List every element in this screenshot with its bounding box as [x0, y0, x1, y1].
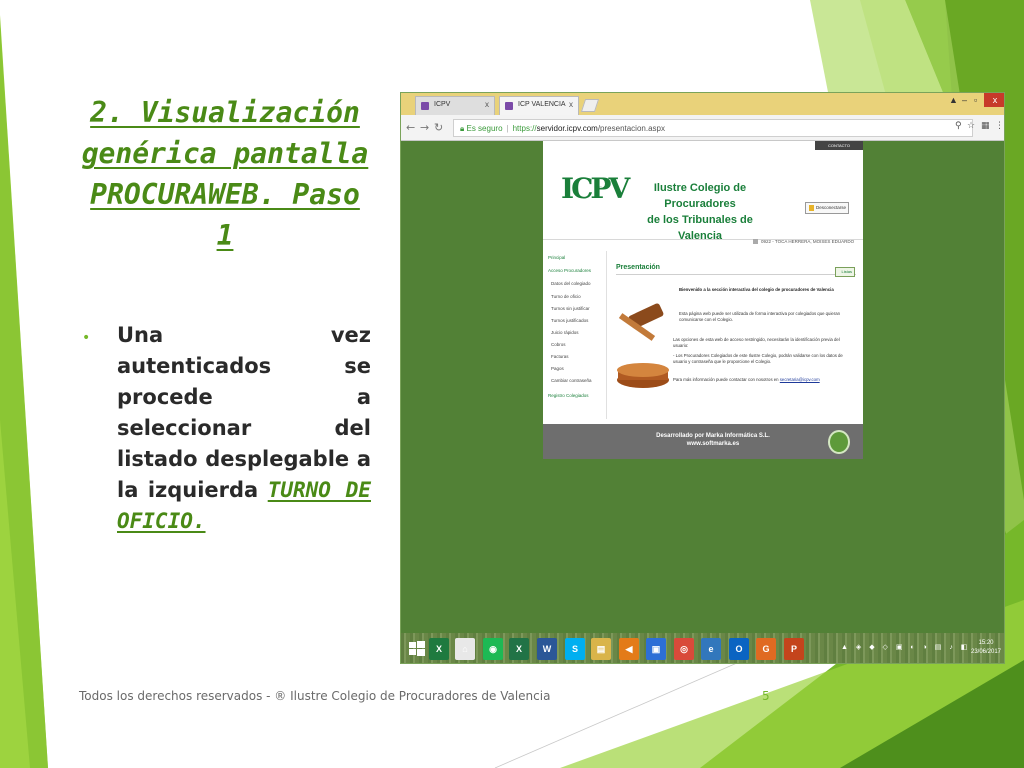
url-input[interactable]: 🔒︎ Es seguro | https://servidor.icpv.com/p…: [453, 119, 973, 137]
paragraph-2: Las opciones de esta web de acceso restr…: [673, 337, 840, 348]
page-number: 5: [762, 689, 770, 703]
favicon-icon: [505, 102, 513, 110]
gavel-icon: [617, 303, 669, 388]
webpage-sidebar: Principal Acceso Procuradores Datos del co…: [543, 251, 607, 419]
zoom-icon[interactable]: ⚲: [955, 121, 962, 131]
favicon-icon: [421, 102, 429, 110]
email-link[interactable]: secretaria@icpv.com: [780, 377, 820, 382]
spreadsheet-icon[interactable]: X: [429, 638, 449, 660]
back-icon[interactable]: ←: [406, 121, 415, 134]
bullet-marker: •: [82, 330, 91, 346]
paragraph-1: Esta página web puede ser utilizada de f…: [679, 311, 840, 322]
tab-label: ICP VALENCIA: [518, 101, 566, 108]
contact-link[interactable]: CONTACTO: [815, 141, 863, 150]
organization-name-line1: Ilustre Colegio de Procuradores: [653, 182, 747, 210]
section-title: Presentación: [616, 264, 660, 271]
url-domain: servidor.icpv.com: [536, 124, 598, 133]
tab-close-icon[interactable]: x: [569, 100, 573, 109]
webpage-header: ICPV ◦◦ Ilustre Colegio de Procuradores …: [543, 150, 863, 242]
webpage: CONTACTO ICPV ◦◦ Ilustre Colegio de Proc…: [543, 141, 863, 459]
browser-tab-icpv[interactable]: ICPV x: [415, 96, 495, 115]
bullet-lead: Una vez autenticados se procede a selecc…: [117, 323, 371, 502]
paragraph-3: - Los Procuradores Colegiados de este Il…: [673, 353, 843, 364]
skype-icon[interactable]: S: [565, 638, 585, 660]
forward-icon[interactable]: →: [420, 121, 429, 134]
browser-tabbar: ICPV x ICP VALENCIA x ▲ – ▫ x: [401, 93, 1004, 115]
chrome-icon[interactable]: ◎: [674, 638, 694, 660]
organization-name: Ilustre Colegio de Procuradores de los T…: [625, 180, 775, 244]
developer-credit: Desarrollado por Marka Informática S.L. …: [643, 432, 783, 448]
webpage-content: Presentación Listas Bienvenido a la secc…: [613, 259, 861, 419]
sidebar-item[interactable]: Principal: [548, 255, 565, 260]
new-tab-button[interactable]: [580, 99, 600, 112]
bullet-text: Una vez autenticados se procede a selecc…: [117, 320, 371, 537]
extensions-icon[interactable]: ▦: [981, 121, 990, 131]
reload-icon[interactable]: ↻: [434, 121, 443, 134]
webpage-topbar: CONTACTO: [543, 141, 863, 150]
logout-button[interactable]: Desconectarse: [805, 202, 849, 214]
store-icon[interactable]: ▣: [646, 638, 666, 660]
minimize-icon[interactable]: –: [962, 95, 967, 105]
edge-icon[interactable]: e: [701, 638, 721, 660]
sidebar-item[interactable]: Cobros: [551, 342, 566, 347]
logo-decoration: ◦◦: [599, 184, 602, 189]
sidebar-item[interactable]: Turno de oficio: [551, 294, 581, 299]
security-badge-icon: [828, 430, 850, 454]
sidebar-item[interactable]: Turnos sin justificar: [551, 306, 590, 311]
back-app-icon[interactable]: ◀: [619, 638, 639, 660]
url-separator: |: [506, 124, 509, 133]
excel-icon[interactable]: X: [509, 638, 529, 660]
notes-icon[interactable]: ▤: [591, 638, 611, 660]
welcome-text: Bienvenido a la sección interactiva del …: [679, 287, 834, 292]
sidebar-item[interactable]: Turnos justificados: [551, 318, 588, 323]
sidebar-item[interactable]: Registro Colegiados: [548, 393, 589, 398]
url-scheme: https://: [512, 124, 537, 133]
sidebar-item[interactable]: Cambiar contraseña: [551, 378, 592, 383]
clock-time: 15:20: [978, 640, 994, 646]
section-divider: [616, 274, 856, 275]
current-user: 0922 - TOCA HERRERA, MOISES EDUARDO: [753, 239, 854, 244]
spotify-icon[interactable]: ◉: [483, 638, 503, 660]
maximize-icon[interactable]: ▫: [974, 95, 977, 105]
section-action-button[interactable]: Listas: [835, 267, 855, 277]
windows-icon[interactable]: [407, 638, 427, 660]
browser-tab-icp-valencia[interactable]: ICP VALENCIA x: [499, 96, 579, 115]
embedded-screenshot: ICPV x ICP VALENCIA x ▲ – ▫ x ← → ↻ 🔒︎ E…: [400, 92, 1005, 664]
system-tray-icons[interactable]: ▲ ◈ ◆ ◇ ▣ ◐ ◑ ▤ ♪ ◧: [841, 643, 970, 651]
developer-line2[interactable]: www.softmarka.es: [643, 440, 783, 448]
developer-line1: Desarrollado por Marka Informática S.L.: [656, 433, 770, 439]
url-path: /presentacion.aspx: [597, 124, 665, 133]
icpv-logo-icon: ICPV: [561, 172, 630, 205]
tab-close-icon[interactable]: x: [485, 100, 489, 109]
lock-icon: 🔒︎: [460, 124, 465, 133]
paragraph-4-lead: Para más información puede contactar con…: [673, 377, 779, 382]
user-profile-icon[interactable]: ▲: [949, 95, 958, 105]
powerpoint-icon[interactable]: P: [784, 638, 804, 660]
clock-date: 23/06/2017: [970, 649, 1002, 655]
menu-icon[interactable]: ⋮: [995, 121, 1004, 131]
sidebar-item[interactable]: Acceso Procuradores: [548, 268, 591, 273]
taskbar-clock[interactable]: 15:20 23/06/2017: [967, 639, 1004, 657]
paragraph-4: Para más información puede contactar con…: [673, 377, 863, 383]
tab-label: ICPV: [434, 101, 451, 108]
sidebar-item[interactable]: Datos del colegiado: [551, 281, 591, 286]
outlook-icon[interactable]: O: [729, 638, 749, 660]
sidebar-item[interactable]: Pagos: [551, 366, 564, 371]
bookmark-star-icon[interactable]: ☆: [967, 121, 975, 131]
slide-footer: Todos los derechos reservados - ® Ilustr…: [79, 689, 551, 703]
secure-label: Es seguro: [466, 124, 503, 133]
slide-title: 2. Visualización genérica pantalla PROCU…: [74, 92, 376, 256]
sidebar-item[interactable]: Facturas: [551, 354, 569, 359]
gp-icon[interactable]: G: [756, 638, 776, 660]
window-close-button[interactable]: x: [984, 93, 1004, 107]
home-icon[interactable]: ⌂: [455, 638, 475, 660]
slide-title-text: 2. Visualización genérica pantalla PROCU…: [81, 96, 369, 252]
webpage-footer: Desarrollado por Marka Informática S.L. …: [543, 424, 863, 459]
sidebar-item[interactable]: Juicio rápidos: [551, 330, 579, 335]
word-icon[interactable]: W: [537, 638, 557, 660]
browser-address-bar: ← → ↻ 🔒︎ Es seguro | https://servidor.icpv…: [401, 115, 1004, 141]
